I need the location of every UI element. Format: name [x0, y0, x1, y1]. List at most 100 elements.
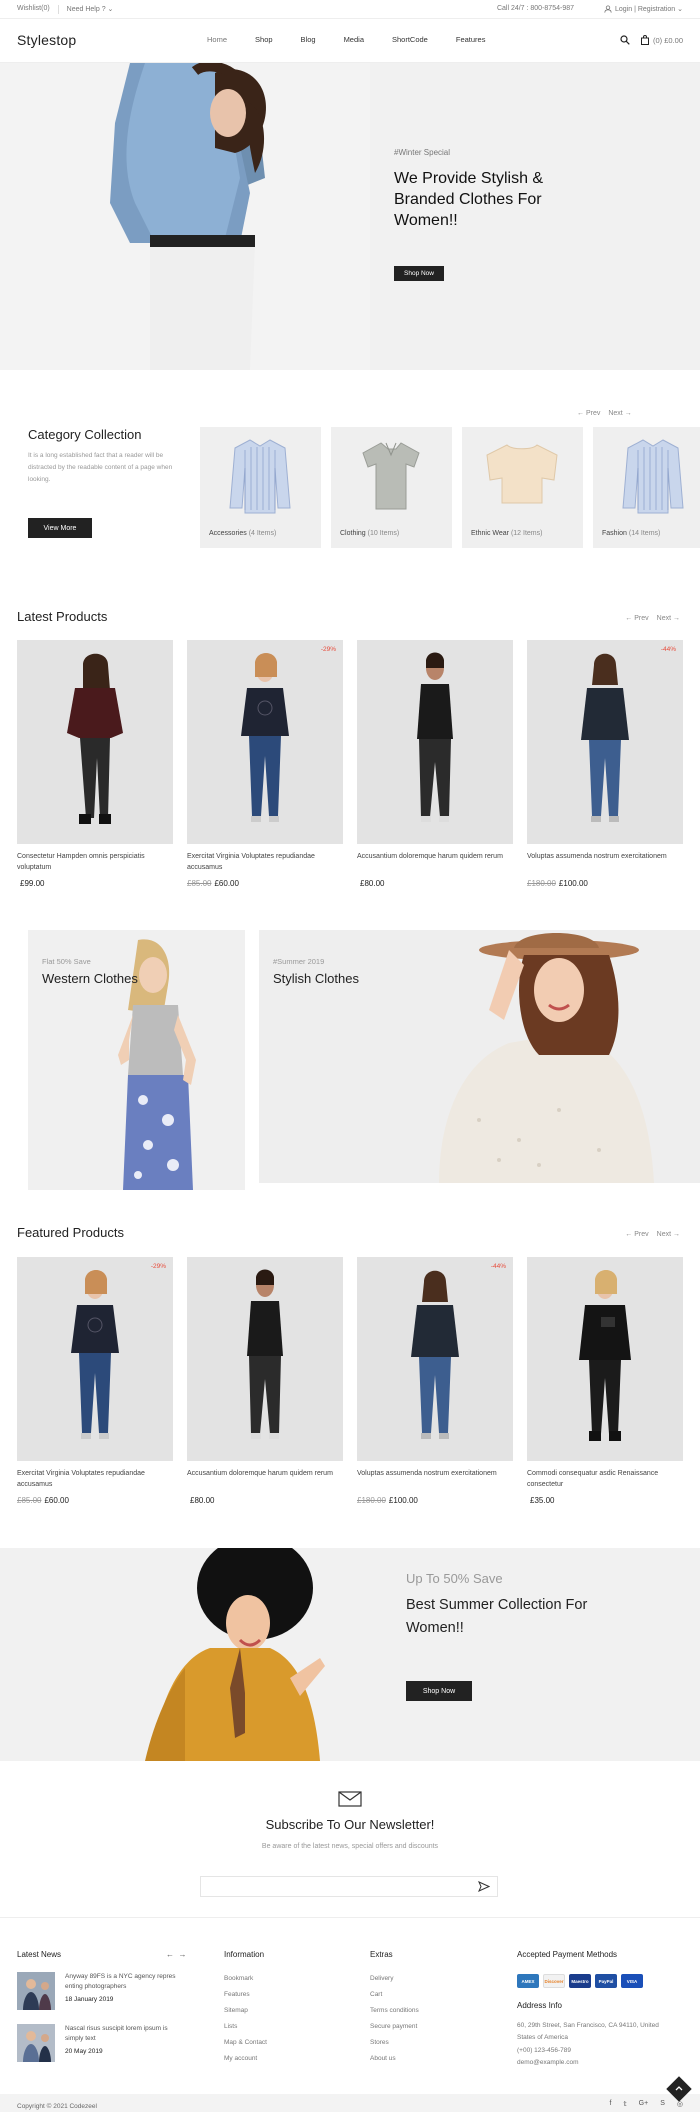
product-name[interactable]: Voluptas assumenda nostrum exercitatione… — [357, 1468, 513, 1490]
product-card[interactable]: Commodi consequatur asdic Renaissance co… — [527, 1257, 683, 1505]
stylish-clothes-banner[interactable]: #Summer 2019 Stylish Clothes — [259, 930, 700, 1183]
banner-title: Western Clothes — [42, 971, 138, 986]
product-image[interactable] — [527, 1257, 683, 1461]
news-prev-button[interactable]: ← — [166, 1950, 174, 1959]
featured-prev-button[interactable]: ← Prev — [625, 1231, 648, 1238]
product-card[interactable]: Accusantium doloremque harum quidem reru… — [187, 1257, 343, 1505]
product-card[interactable]: -44% Voluptas assumenda nostrum exercita… — [527, 640, 683, 888]
google-plus-icon[interactable]: G+ — [639, 2100, 649, 2108]
footer-link[interactable]: Sitemap — [224, 2007, 248, 2014]
summer-model-image — [145, 1548, 325, 1761]
view-more-button[interactable]: View More — [28, 518, 92, 538]
back-to-top-button[interactable] — [666, 2076, 692, 2102]
category-name: Accessories — [209, 530, 247, 537]
summer-shop-now-button[interactable]: Shop Now — [406, 1681, 472, 1701]
nav-shortcode[interactable]: ShortCode — [392, 35, 428, 44]
product-image[interactable]: -29% — [17, 1257, 173, 1461]
current-price: £80.00 — [190, 1496, 215, 1505]
send-icon[interactable] — [478, 1881, 490, 1892]
product-price: £80.00 — [357, 879, 513, 888]
nav-media[interactable]: Media — [344, 35, 364, 44]
product-card[interactable]: -44% Voluptas assumenda nostrum exercita… — [357, 1257, 513, 1505]
product-name[interactable]: Exercitat Virginia Voluptates repudianda… — [187, 851, 343, 873]
twitter-icon[interactable]: 𝕥 — [623, 2100, 626, 2108]
category-count: (10 Items) — [367, 530, 400, 537]
nav-home[interactable]: Home — [207, 35, 227, 44]
news-item[interactable]: Nascal risus suscipit lorem ipsum is sim… — [17, 2024, 183, 2062]
search-icon[interactable] — [620, 35, 630, 45]
news-next-button[interactable]: → — [178, 1950, 186, 1959]
news-item[interactable]: Anyway 89FS is a NYC agency repres entin… — [17, 1972, 183, 2010]
category-next-button[interactable]: Next → — [608, 410, 631, 417]
footer-link[interactable]: Delivery — [370, 1975, 393, 1982]
polo-shirt-image — [362, 442, 420, 510]
hero-model-image — [0, 63, 370, 370]
hero-tag: #Winter Special — [394, 148, 451, 157]
facebook-icon[interactable]: f — [609, 2100, 611, 2108]
product-image[interactable] — [187, 1257, 343, 1461]
product-price: £85.00 £60.00 — [187, 879, 343, 888]
product-card[interactable]: -29% Exercitat Virginia Voluptates repud… — [187, 640, 343, 888]
featured-next-button[interactable]: Next → — [657, 1231, 680, 1238]
category-card-clothing[interactable]: Clothing (10 Items) — [331, 427, 452, 548]
news-thumbnail[interactable] — [17, 2024, 55, 2062]
footer-link[interactable]: Map & Contact — [224, 2039, 267, 2046]
product-name[interactable]: Accusantium doloremque harum quidem reru… — [187, 1468, 343, 1490]
category-name: Clothing — [340, 530, 366, 537]
category-card-accessories[interactable]: Accessories (4 Items) — [200, 427, 321, 548]
footer-divider — [0, 1917, 700, 1918]
latest-next-button[interactable]: Next → — [657, 615, 680, 622]
product-card[interactable]: Consectetur Hampden omnis perspiciatis v… — [17, 640, 173, 888]
email-link[interactable]: demo@example.com — [517, 2059, 579, 2066]
product-name[interactable]: Accusantium doloremque harum quidem reru… — [357, 851, 513, 873]
footer-link[interactable]: Stores — [370, 2039, 389, 2046]
category-description: It is a long established fact that a rea… — [28, 452, 173, 483]
wishlist-link[interactable]: Wishlist(0) — [17, 5, 50, 14]
category-card-fashion[interactable]: Fashion (14 Items) — [593, 427, 700, 548]
hero-shop-now-button[interactable]: Shop Now — [394, 266, 444, 281]
help-dropdown[interactable]: Need Help ? ⌄ — [67, 5, 114, 14]
category-prev-button[interactable]: ← Prev — [577, 410, 600, 417]
maestro-icon: Maestro — [569, 1974, 591, 1988]
nav-shop[interactable]: Shop — [255, 35, 273, 44]
login-registration-link[interactable]: Login | Registration ⌄ — [615, 5, 683, 13]
hero-title: We Provide Stylish & Branded Clothes For… — [394, 170, 544, 229]
news-text[interactable]: Nascal risus suscipit lorem ipsum is sim… — [65, 2024, 183, 2044]
footer-link[interactable]: Cart — [370, 1991, 382, 1998]
footer-link[interactable]: Terms conditions — [370, 2007, 419, 2014]
category-card-ethnic-wear[interactable]: Ethnic Wear (12 Items) — [462, 427, 583, 548]
nav-blog[interactable]: Blog — [301, 35, 316, 44]
footer-link[interactable]: Bookmark — [224, 1975, 253, 1982]
divider — [57, 5, 59, 14]
nav-features[interactable]: Features — [456, 35, 486, 44]
product-card[interactable]: -29% Exercitat Virginia Voluptates repud… — [17, 1257, 173, 1505]
news-thumbnail[interactable] — [17, 1972, 55, 2010]
product-card[interactable]: Accusantium doloremque harum quidem reru… — [357, 640, 513, 888]
news-text[interactable]: Anyway 89FS is a NYC agency repres entin… — [65, 1972, 183, 1992]
latest-prev-button[interactable]: ← Prev — [625, 615, 648, 622]
footer-link[interactable]: Lists — [224, 2023, 237, 2030]
cart-icon[interactable] — [640, 35, 650, 45]
featured-products-title: Featured Products — [17, 1225, 124, 1240]
product-name[interactable]: Exercitat Virginia Voluptates repudianda… — [17, 1468, 173, 1490]
footer-link[interactable]: Secure payment — [370, 2023, 417, 2030]
footer-link[interactable]: About us — [370, 2055, 396, 2062]
product-image[interactable] — [357, 640, 513, 844]
product-image[interactable]: -29% — [187, 640, 343, 844]
product-name[interactable]: Consectetur Hampden omnis perspiciatis v… — [17, 851, 173, 873]
site-logo[interactable]: Stylestop — [17, 32, 76, 48]
newsletter-email-input[interactable] — [200, 1876, 498, 1897]
product-image[interactable]: -44% — [527, 640, 683, 844]
cart-total[interactable]: (0) £0.00 — [653, 36, 683, 45]
footer-link[interactable]: Features — [224, 1991, 250, 1998]
old-price: £85.00 — [17, 1496, 42, 1505]
product-image[interactable]: -44% — [357, 1257, 513, 1461]
product-name[interactable]: Commodi consequatur asdic Renaissance co… — [527, 1468, 683, 1490]
product-name[interactable]: Voluptas assumenda nostrum exercitatione… — [527, 851, 683, 873]
product-image[interactable] — [17, 640, 173, 844]
skype-icon[interactable]: S — [660, 2100, 665, 2108]
western-clothes-banner[interactable]: Flat 50% Save Western Clothes — [28, 930, 245, 1190]
product-price: £99.00 — [17, 879, 173, 888]
footer-link[interactable]: My account — [224, 2055, 257, 2062]
latest-news-title: Latest News — [17, 1950, 62, 1959]
